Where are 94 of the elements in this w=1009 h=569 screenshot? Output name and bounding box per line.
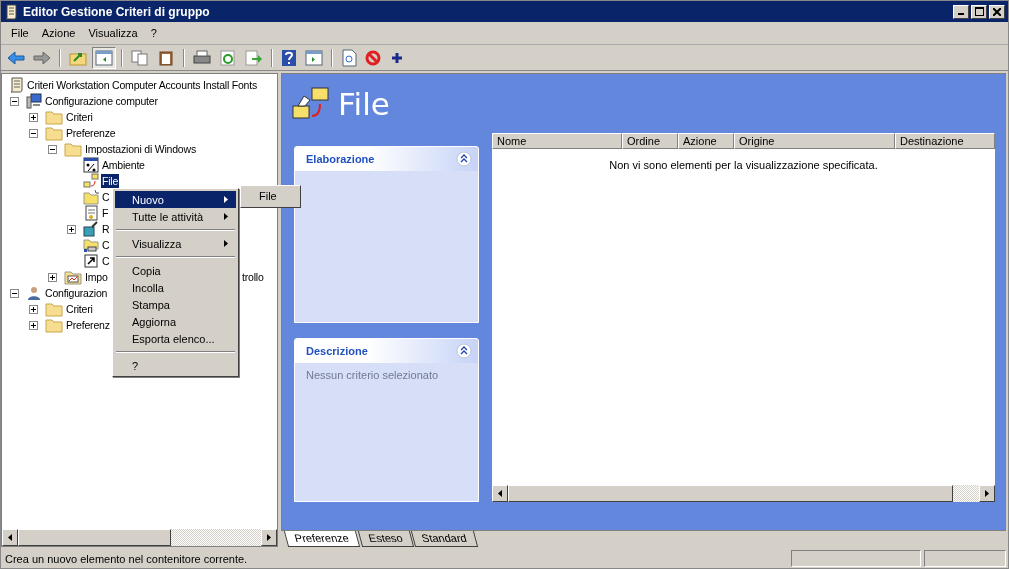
close-button[interactable] [989,4,1005,19]
scrollbar-thumb[interactable] [508,485,953,502]
registry-icon [83,221,99,237]
folder-icon [45,317,63,333]
column-header[interactable]: Destinazione [895,133,995,149]
files-icon [83,173,99,189]
menu-item[interactable]: Azione [35,27,82,39]
tree-item[interactable]: Preferenze [65,126,117,140]
tree-item[interactable]: C [101,254,111,268]
menu-item[interactable]: Nuovo [115,191,236,208]
tree-item[interactable]: Impo [84,270,109,284]
menu-item[interactable]: Visualizza [115,235,236,252]
network-drive-icon [83,237,99,253]
tree-item[interactable]: C [101,190,111,204]
tree-item[interactable]: Configurazion [44,286,109,300]
close-icon [993,7,1001,16]
tab[interactable]: Standard [411,531,479,547]
tree-item[interactable]: Ambiente [101,158,146,172]
tab[interactable]: Esteso [357,531,414,547]
submenu-arrow-icon [224,213,228,220]
right-arrow-icon [985,490,989,497]
right-arrow-icon [267,534,271,541]
menu-item[interactable]: Aggiorna [115,313,236,330]
scroll-icon [4,3,18,20]
shortcut-icon [83,253,99,269]
percent-window-icon [83,157,99,173]
tree-item-text: trollo [242,271,264,283]
user-icon [26,285,42,301]
page-title: File [338,86,390,122]
menu-item[interactable]: File [5,27,35,39]
minimize-icon [958,13,964,15]
column-header[interactable]: Ordine [622,133,678,149]
tree-item[interactable]: Impostazioni di Windows [84,142,197,156]
menu-item[interactable]: Tutte le attività [115,208,236,225]
collapse-icon[interactable] [29,128,38,138]
scrollbar-thumb[interactable] [18,529,171,546]
collapse-icon[interactable] [10,96,19,106]
tree-item[interactable]: Criteri [65,302,94,316]
tree-item[interactable]: Preferenz [65,318,111,332]
scroll-left-button[interactable] [492,485,508,502]
tree-item[interactable]: Criteri [65,110,94,124]
maximize-button[interactable] [971,4,987,19]
empty-message: Non vi sono elementi per la visualizzazione specificata. [609,159,878,173]
tree-item[interactable]: Criteri Workstation Computer Accounts Install Fonts [26,78,259,92]
left-arrow-icon [8,534,12,541]
collapse-icon[interactable] [10,288,19,298]
menu-item[interactable]: Copia [115,262,236,279]
tree-item[interactable]: Configurazione computer [44,94,159,108]
column-header[interactable]: Nome [492,133,622,149]
status-text: Crea un nuovo elemento nel contenitore corrente. [4,552,249,565]
folder-icon [45,301,63,317]
window-title: Editor Gestione Criteri di gruppo [23,4,211,19]
expand-icon[interactable] [48,272,57,282]
collapse-icon[interactable] [456,151,472,167]
folder-icon [45,109,63,125]
panel-text: Nessun criterio selezionato [306,369,439,381]
computer-icon [26,93,42,109]
menu-item[interactable]: ? [115,357,236,374]
collapse-icon[interactable] [48,144,57,154]
scroll-right-button[interactable] [261,529,277,546]
scroll-left-button[interactable] [2,529,18,546]
maximize-icon [974,7,984,16]
scroll-icon [8,77,24,93]
panel-title: Elaborazione [306,153,375,165]
control-panel-icon [64,269,82,285]
expand-icon[interactable] [29,112,38,122]
folder-icon [83,189,99,205]
panel-title: Descrizione [306,345,368,357]
menu-item[interactable]: Visualizza [82,27,144,39]
tree-item[interactable]: R [101,222,111,236]
expand-icon[interactable] [29,320,38,330]
collapse-icon[interactable] [456,343,472,359]
submenu-arrow-icon [224,196,228,203]
minimize-button[interactable] [953,4,969,19]
notepad-icon [83,205,99,221]
menu-item[interactable]: Incolla [115,279,236,296]
column-header[interactable]: Origine [734,133,895,149]
tree-item[interactable]: F [101,206,110,220]
tree-item[interactable]: C [101,238,111,252]
menu-item[interactable]: ? [144,27,163,39]
tree-item[interactable]: File [101,174,120,188]
folder-icon [64,141,82,157]
tab[interactable]: Preferenze [283,531,360,547]
submenu-arrow-icon [224,240,228,247]
console-tree-button[interactable] [92,46,116,69]
menu-item[interactable]: File [243,188,298,205]
expand-icon[interactable] [67,224,76,234]
menu-item[interactable]: Stampa [115,296,236,313]
folder-icon [45,125,63,141]
menu-item[interactable]: Esporta elenco... [115,330,236,347]
scroll-right-button[interactable] [979,485,995,502]
expand-icon[interactable] [29,304,38,314]
column-header[interactable]: Azione [678,133,734,149]
left-arrow-icon [498,490,502,497]
